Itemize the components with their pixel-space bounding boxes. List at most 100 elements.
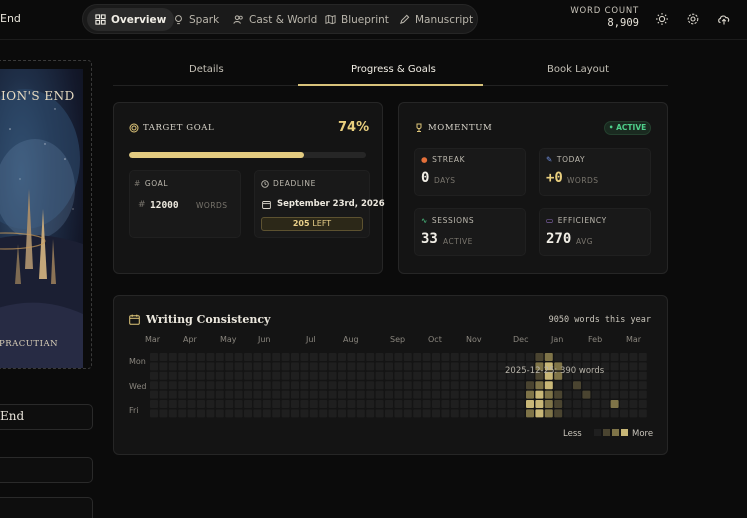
heatmap-cell[interactable] <box>338 371 346 380</box>
heatmap-cell[interactable] <box>159 390 168 399</box>
heatmap-cell[interactable] <box>535 400 544 408</box>
heatmap-cell[interactable] <box>328 353 337 361</box>
heatmap-cell[interactable] <box>253 362 262 371</box>
heatmap-cell[interactable] <box>281 390 290 399</box>
tab-details[interactable]: Details <box>189 64 224 75</box>
heatmap-cell[interactable] <box>629 400 638 408</box>
heatmap-cell[interactable] <box>582 390 591 399</box>
heatmap-cell[interactable] <box>497 400 506 408</box>
heatmap-cell[interactable] <box>159 353 168 361</box>
heatmap-cell[interactable] <box>356 409 365 418</box>
heatmap-cell[interactable] <box>234 409 243 418</box>
heatmap-cell[interactable] <box>479 353 487 361</box>
heatmap-cell[interactable] <box>554 400 563 408</box>
heatmap-cell[interactable] <box>535 409 544 418</box>
heatmap-cell[interactable] <box>291 362 299 371</box>
heatmap-cell[interactable] <box>244 362 252 371</box>
heatmap-cell[interactable] <box>253 390 262 399</box>
heatmap-cell[interactable] <box>507 400 516 408</box>
heatmap-cell[interactable] <box>347 371 356 380</box>
heatmap-cell[interactable] <box>225 400 234 408</box>
heatmap-cell[interactable] <box>460 400 469 408</box>
heatmap-cell[interactable] <box>356 390 365 399</box>
heatmap-cell[interactable] <box>375 362 384 371</box>
heatmap-cell[interactable] <box>215 390 224 399</box>
heatmap-cell[interactable] <box>262 390 271 399</box>
heatmap-cell[interactable] <box>347 353 356 361</box>
heatmap-cell[interactable] <box>347 400 356 408</box>
heatmap-cell[interactable] <box>215 381 224 390</box>
heatmap-cell[interactable] <box>413 362 422 371</box>
heatmap-cell[interactable] <box>366 400 375 408</box>
heatmap-cell[interactable] <box>291 400 299 408</box>
heatmap-cell[interactable] <box>253 371 262 380</box>
heatmap-cell[interactable] <box>253 400 262 408</box>
heatmap-cell[interactable] <box>526 353 534 361</box>
heatmap-cell[interactable] <box>573 390 581 399</box>
heatmap-cell[interactable] <box>403 400 412 408</box>
heatmap-cell[interactable] <box>150 390 158 399</box>
heatmap-cell[interactable] <box>591 400 600 408</box>
heatmap-cell[interactable] <box>432 362 440 371</box>
heatmap-cell[interactable] <box>150 400 158 408</box>
heatmap-cell[interactable] <box>591 381 600 390</box>
heatmap-cell[interactable] <box>441 353 450 361</box>
heatmap-cell[interactable] <box>187 400 196 408</box>
heatmap-cell[interactable] <box>638 381 647 390</box>
heatmap-cell[interactable] <box>206 381 215 390</box>
heatmap-cell[interactable] <box>319 353 328 361</box>
heatmap-cell[interactable] <box>460 371 469 380</box>
heatmap-cell[interactable] <box>338 400 346 408</box>
heatmap-cell[interactable] <box>262 400 271 408</box>
heatmap-cell[interactable] <box>526 390 534 399</box>
heatmap-cell[interactable] <box>262 409 271 418</box>
heatmap-cell[interactable] <box>150 371 158 380</box>
book-cover[interactable]: ION'S END PRACUTIAN <box>0 60 92 369</box>
heatmap-cell[interactable] <box>356 353 365 361</box>
heatmap-cell[interactable] <box>385 371 393 380</box>
heatmap-cell[interactable] <box>206 371 215 380</box>
heatmap-cell[interactable] <box>319 409 328 418</box>
heatmap-cell[interactable] <box>375 409 384 418</box>
heatmap-cell[interactable] <box>422 400 431 408</box>
heatmap-cell[interactable] <box>638 371 647 380</box>
heatmap-cell[interactable] <box>187 362 196 371</box>
heatmap-cell[interactable] <box>441 409 450 418</box>
nav-cast-world[interactable]: Cast & World <box>225 8 325 31</box>
heatmap-cell[interactable] <box>610 353 619 361</box>
heatmap-cell[interactable] <box>629 353 638 361</box>
heatmap-cell[interactable] <box>159 371 168 380</box>
heatmap-cell[interactable] <box>450 409 459 418</box>
heatmap-cell[interactable] <box>563 390 572 399</box>
heatmap-cell[interactable] <box>272 390 281 399</box>
heatmap-cell[interactable] <box>516 409 525 418</box>
heatmap-cell[interactable] <box>403 353 412 361</box>
heatmap-cell[interactable] <box>601 409 610 418</box>
heatmap-cell[interactable] <box>488 409 497 418</box>
heatmap-cell[interactable] <box>450 400 459 408</box>
heatmap-cell[interactable] <box>328 390 337 399</box>
heatmap-cell[interactable] <box>394 381 403 390</box>
heatmap-cell[interactable] <box>197 353 205 361</box>
heatmap-cell[interactable] <box>394 409 403 418</box>
heatmap-cell[interactable] <box>234 381 243 390</box>
heatmap-cell[interactable] <box>638 362 647 371</box>
heatmap-cell[interactable] <box>347 381 356 390</box>
heatmap-cell[interactable] <box>281 353 290 361</box>
heatmap-cell[interactable] <box>629 362 638 371</box>
heatmap-cell[interactable] <box>168 381 177 390</box>
heatmap-cell[interactable] <box>460 362 469 371</box>
heatmap-cell[interactable] <box>309 400 318 408</box>
heatmap-cell[interactable] <box>178 400 187 408</box>
heatmap-cell[interactable] <box>526 381 534 390</box>
heatmap-cell[interactable] <box>432 400 440 408</box>
heatmap-cell[interactable] <box>629 409 638 418</box>
heatmap-cell[interactable] <box>638 400 647 408</box>
heatmap-cell[interactable] <box>450 353 459 361</box>
heatmap-cell[interactable] <box>253 409 262 418</box>
heatmap-cell[interactable] <box>544 400 553 408</box>
heatmap-cell[interactable] <box>178 371 187 380</box>
heatmap-cell[interactable] <box>413 371 422 380</box>
heatmap-cell[interactable] <box>479 400 487 408</box>
heatmap-cell[interactable] <box>225 390 234 399</box>
